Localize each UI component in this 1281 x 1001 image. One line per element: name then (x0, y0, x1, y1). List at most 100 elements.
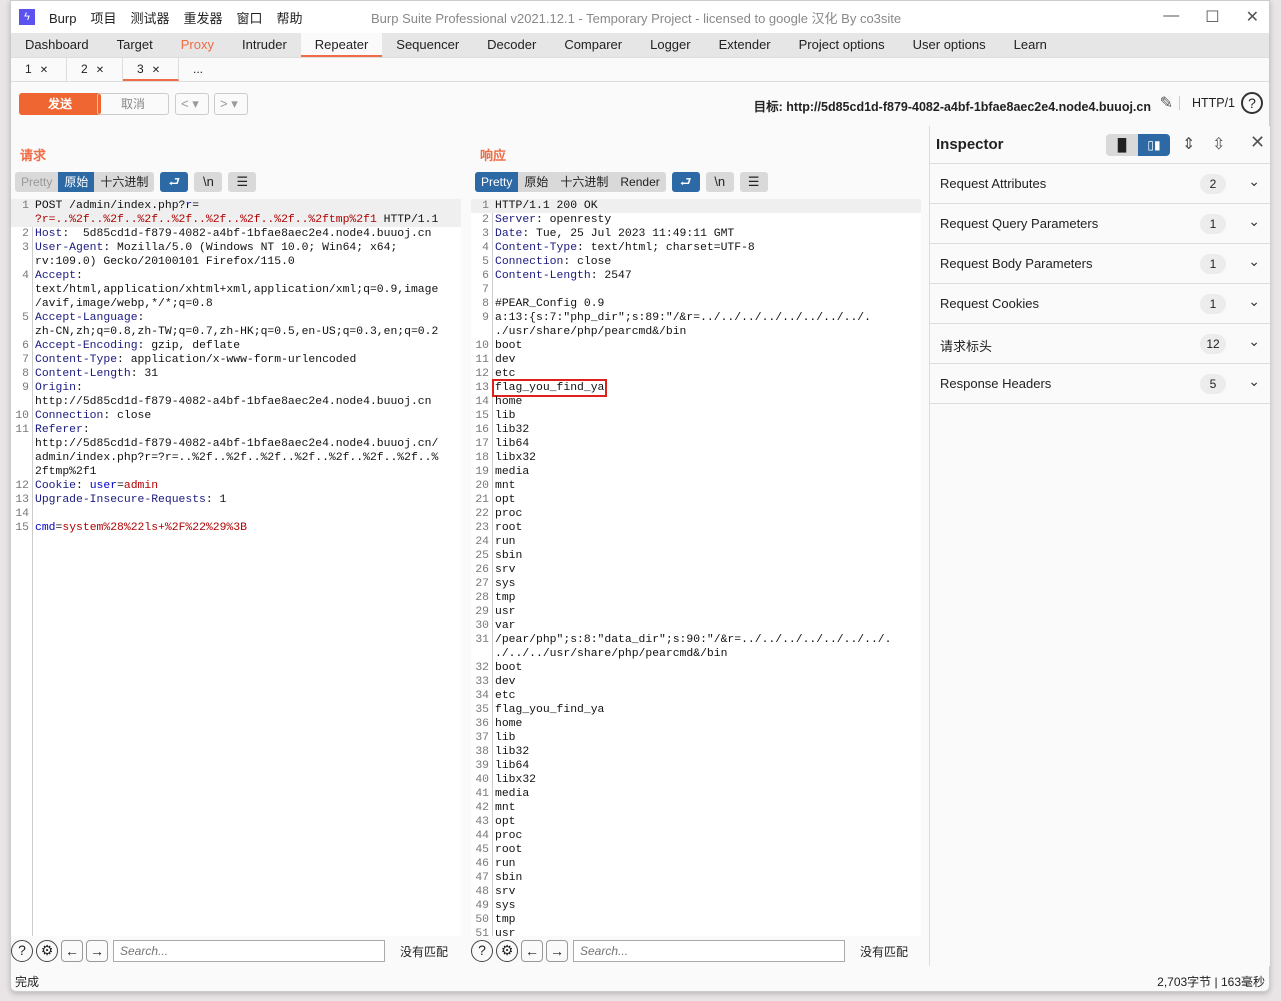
inspector-section[interactable]: Request Attributes 2 ⌄ (930, 164, 1270, 204)
help-icon[interactable]: ? (11, 940, 33, 962)
tab-extender[interactable]: Extender (705, 33, 785, 57)
cancel-button[interactable]: 取消 (97, 93, 169, 115)
inspector-section[interactable]: Request Query Parameters 1 ⌄ (930, 204, 1270, 244)
code-token: tmp (495, 914, 516, 926)
tab-target[interactable]: Target (103, 33, 167, 57)
forward-button[interactable]: > ▾ (214, 93, 248, 115)
code-line: 32 boot (471, 661, 921, 675)
arrow-left-icon[interactable]: ← (521, 940, 543, 962)
line-number: 17 (475, 438, 489, 450)
repeater-tab[interactable]: 3 ✕ (123, 58, 179, 81)
chevron-down-icon[interactable]: ⌄ (1248, 253, 1260, 270)
tab-comparer[interactable]: Comparer (550, 33, 636, 57)
view-tab-2[interactable]: 十六进制 (94, 172, 154, 192)
wrap-lines-icon[interactable]: ⮐ (671, 172, 700, 192)
view-tab-3[interactable]: Render (614, 172, 665, 192)
line-number: 43 (475, 816, 489, 828)
wrap-lines-icon[interactable]: ⮐ (160, 172, 189, 192)
newline-icon[interactable]: \n (194, 172, 223, 192)
code-text: Connection: close (495, 256, 611, 268)
view-tab-0[interactable]: Pretty (15, 172, 58, 192)
inspector-section-count: 1 (1200, 214, 1226, 234)
tab-decoder[interactable]: Decoder (473, 33, 550, 57)
dock-left-icon[interactable]: ▐▌ (1106, 134, 1138, 156)
code-line: 14 (11, 507, 461, 521)
code-line: 5 Connection: close (471, 255, 921, 269)
code-text: text/html,application/xhtml+xml,applicat… (35, 284, 438, 296)
close-tab-icon[interactable]: ✕ (40, 65, 48, 76)
chevron-down-icon[interactable]: ⌄ (1248, 173, 1260, 190)
tab-sequencer[interactable]: Sequencer (382, 33, 473, 57)
http-version[interactable]: HTTP/1 (1178, 96, 1235, 110)
response-editor[interactable]: 1 HTTP/1.1 200 OK 2 Server: openresty 3 Date:… (471, 199, 921, 936)
tab-project-options[interactable]: Project options (785, 33, 899, 57)
help-icon[interactable]: ? (471, 940, 493, 962)
view-tab-1[interactable]: 原始 (58, 172, 95, 192)
back-button[interactable]: < ▾ (175, 93, 209, 115)
minimize-icon[interactable]: — (1163, 7, 1179, 27)
code-text: mnt (495, 802, 516, 814)
inspector-section[interactable]: Response Headers 5 ⌄ (930, 364, 1270, 404)
edit-target-pencil-icon[interactable]: ✎ (1160, 93, 1173, 113)
close-tab-icon[interactable]: ✕ (96, 65, 104, 76)
menu-icon[interactable]: ☰ (228, 172, 257, 192)
newline-icon[interactable]: \n (705, 172, 734, 192)
repeater-tab[interactable]: ... (179, 58, 235, 81)
send-button[interactable]: 发送 (19, 93, 101, 115)
tab-proxy[interactable]: Proxy (167, 33, 228, 57)
inspector-section-count: 12 (1200, 334, 1226, 354)
menu-project[interactable]: 项目 (90, 11, 116, 26)
help-icon[interactable]: ? (1241, 92, 1263, 114)
line-number: 1 (482, 200, 489, 212)
tab-repeater[interactable]: Repeater (300, 33, 383, 57)
close-inspector-icon[interactable]: ✕ (1250, 132, 1265, 153)
code-token: flag_you_find_ya (495, 382, 605, 394)
view-tab-1[interactable]: 原始 (518, 172, 554, 192)
repeater-tab[interactable]: 1 ✕ (11, 58, 67, 81)
gear-icon[interactable]: ⚙ (36, 940, 58, 962)
code-token: sbin (495, 872, 523, 884)
inspector-section[interactable]: Request Cookies 1 ⌄ (930, 284, 1270, 324)
request-editor[interactable]: 1 POST /admin/index.php?r= ?r=..%2f..%2f..… (11, 199, 461, 936)
line-number: 47 (475, 872, 489, 884)
chevron-down-icon[interactable]: ⌄ (1248, 333, 1260, 350)
dock-right-icon[interactable]: ▯▮ (1138, 134, 1170, 156)
chevron-down-icon[interactable]: ⌄ (1248, 213, 1260, 230)
expand-all-icon[interactable]: ⇕ (1182, 134, 1195, 154)
tab-user-options[interactable]: User options (899, 33, 1000, 57)
menu-intruder[interactable]: 测试器 (130, 11, 169, 26)
response-panel: 响应 Pretty 原始 十六进制 Render ⮐ \n ☰ 1 HTTP/1.1 2… (471, 126, 921, 966)
tab-dashboard[interactable]: Dashboard (11, 33, 103, 57)
close-icon[interactable]: ✕ (1246, 7, 1259, 27)
request-search-input[interactable] (113, 940, 385, 962)
code-line: 51 usr (471, 927, 921, 936)
view-tab-0[interactable]: Pretty (475, 172, 519, 192)
arrow-right-icon[interactable]: → (546, 940, 568, 962)
menu-repeater[interactable]: 重发器 (184, 11, 223, 26)
menu-window[interactable]: 窗口 (237, 11, 263, 26)
response-stats: 2,703字节 | 163毫秒 (1157, 975, 1265, 989)
inspector-section-count: 1 (1200, 254, 1226, 274)
inspector-section[interactable]: Request Body Parameters 1 ⌄ (930, 244, 1270, 284)
line-number: 20 (475, 480, 489, 492)
view-tab-2[interactable]: 十六进制 (554, 172, 614, 192)
tab-logger[interactable]: Logger (636, 33, 704, 57)
menu-burp[interactable]: Burp (49, 11, 76, 26)
chevron-down-icon[interactable]: ⌄ (1248, 293, 1260, 310)
arrow-left-icon[interactable]: ← (61, 940, 83, 962)
inspector-section[interactable]: 请求标头 12 ⌄ (930, 324, 1270, 364)
tab-learn[interactable]: Learn (1000, 33, 1061, 57)
code-line: 12 Cookie: user=admin (11, 479, 461, 493)
collapse-all-icon[interactable]: ⇳ (1212, 134, 1225, 154)
code-token: Content-Type (495, 242, 578, 254)
close-tab-icon[interactable]: ✕ (152, 65, 160, 76)
arrow-right-icon[interactable]: → (86, 940, 108, 962)
repeater-tab[interactable]: 2 ✕ (67, 58, 123, 81)
chevron-down-icon[interactable]: ⌄ (1248, 373, 1260, 390)
menu-help[interactable]: 帮助 (277, 11, 303, 26)
menu-icon[interactable]: ☰ (739, 172, 768, 192)
maximize-icon[interactable]: ☐ (1205, 7, 1219, 27)
gear-icon[interactable]: ⚙ (496, 940, 518, 962)
tab-intruder[interactable]: Intruder (228, 33, 301, 57)
response-search-input[interactable] (573, 940, 845, 962)
